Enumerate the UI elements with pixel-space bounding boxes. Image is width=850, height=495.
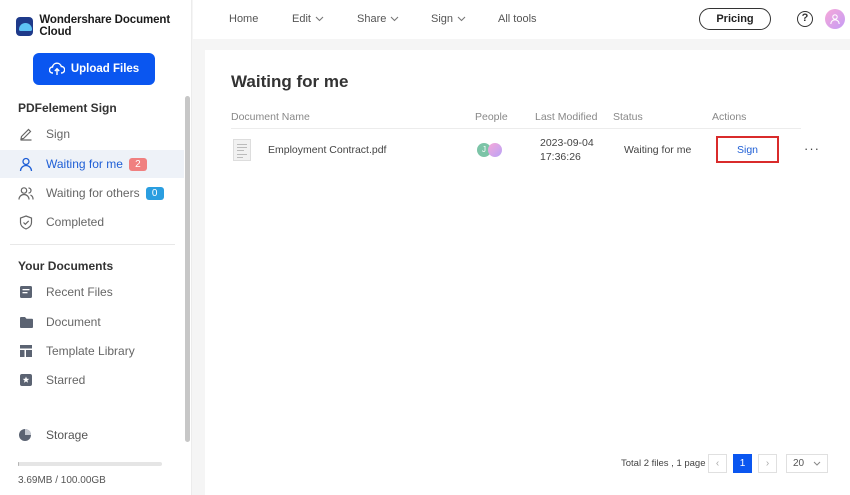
section-title-pdfelement-sign: PDFelement Sign (18, 101, 117, 115)
top-nav-share[interactable]: Share (357, 13, 399, 25)
last-modified-time: 17:36:26 (540, 151, 581, 163)
last-modified-date: 2023-09-04 (540, 137, 594, 149)
help-icon[interactable]: ? (797, 11, 813, 27)
sidebar: Wondershare Document Cloud Upload Files … (0, 0, 192, 495)
chevron-down-icon (390, 16, 399, 22)
sidebar-item-waiting-for-me[interactable]: Waiting for me 2 (0, 150, 184, 178)
column-header-document-name: Document Name (231, 111, 310, 123)
sign-button[interactable]: Sign (716, 136, 779, 163)
sidebar-scrollbar[interactable] (185, 96, 190, 442)
column-header-last-modified: Last Modified (535, 111, 598, 123)
sidebar-item-label: Recent Files (46, 285, 113, 299)
storage-progress-fill (18, 462, 19, 466)
brand-name: Wondershare Document Cloud (39, 14, 171, 38)
sidebar-item-label: Completed (46, 215, 105, 229)
brand[interactable]: Wondershare Document Cloud (16, 14, 191, 38)
sidebar-item-label: Waiting for me (46, 157, 123, 171)
pie-chart-icon (19, 429, 31, 441)
template-icon (18, 343, 34, 359)
pdf-file-icon (233, 139, 251, 161)
person-avatar-icon (488, 143, 502, 157)
main-panel: Waiting for me Document Name People Last… (205, 50, 850, 495)
pagination-page-1[interactable]: 1 (733, 454, 752, 473)
top-nav-label: Home (229, 13, 259, 25)
waiting-for-me-count-badge: 2 (128, 157, 147, 171)
storage-usage-text: 3.69MB / 100.00GB (18, 475, 106, 486)
pricing-button[interactable]: Pricing (699, 8, 771, 30)
table-header-divider (231, 128, 801, 129)
sidebar-item-label: Starred (46, 373, 86, 387)
avatar[interactable] (825, 9, 845, 29)
top-nav-label: Edit (292, 13, 311, 25)
page-size-value: 20 (793, 458, 805, 469)
upload-files-label: Upload Files (70, 63, 140, 75)
top-nav-edit[interactable]: Edit (292, 13, 324, 25)
sidebar-item-recent-files[interactable]: Recent Files (0, 278, 184, 306)
page-size-select[interactable]: 20 (786, 454, 828, 473)
page-title: Waiting for me (231, 72, 349, 91)
column-header-actions: Actions (712, 111, 747, 123)
sidebar-item-template-library[interactable]: Template Library (0, 337, 184, 365)
top-nav-all-tools[interactable]: All tools (498, 13, 537, 25)
top-nav-label: Share (357, 13, 387, 25)
chevron-down-icon (315, 16, 324, 22)
column-header-people: People (475, 111, 508, 123)
users-icon (18, 185, 34, 201)
top-nav-label: All tools (498, 13, 537, 25)
document-name[interactable]: Employment Contract.pdf (268, 144, 386, 156)
user-icon (18, 156, 34, 172)
sidebar-item-document[interactable]: Document (0, 308, 184, 336)
upload-files-button[interactable]: Upload Files (33, 53, 155, 85)
sidebar-item-label: Sign (46, 127, 71, 141)
storage-progress-bar (18, 462, 162, 466)
top-bar: Home Edit Share Sign All tools Pricing ? (193, 0, 850, 39)
section-title-your-documents: Your Documents (18, 259, 114, 273)
folder-icon (18, 314, 34, 330)
star-icon (18, 372, 34, 388)
user-avatar-icon (830, 14, 840, 25)
sidebar-item-sign[interactable]: Sign (0, 120, 184, 148)
top-nav-label: Sign (431, 13, 454, 25)
shield-check-icon (18, 214, 34, 230)
cloud-upload-icon (48, 62, 65, 75)
pen-icon (18, 126, 34, 142)
storage-row[interactable]: Storage (18, 428, 88, 442)
top-nav-home[interactable]: Home (229, 13, 258, 25)
status-text: Waiting for me (624, 144, 692, 156)
pagination-summary: Total 2 files , 1 page (621, 458, 706, 469)
storage-label: Storage (46, 428, 89, 442)
column-header-status: Status (613, 111, 643, 123)
sidebar-item-starred[interactable]: Starred (0, 366, 184, 394)
document-cloud-logo-icon (16, 16, 34, 36)
sidebar-item-waiting-for-others[interactable]: Waiting for others 0 (0, 179, 184, 207)
sidebar-divider (10, 244, 175, 245)
sidebar-item-label: Template Library (46, 344, 135, 358)
waiting-for-others-count-badge: 0 (145, 186, 164, 200)
chevron-down-icon (813, 461, 821, 466)
sidebar-item-completed[interactable]: Completed (0, 208, 184, 236)
more-actions-icon[interactable]: ··· (804, 141, 820, 156)
chevron-down-icon (457, 16, 466, 22)
sidebar-item-label: Document (46, 315, 101, 329)
top-nav-sign[interactable]: Sign (431, 13, 466, 25)
pagination-next-button[interactable]: › (758, 454, 777, 473)
sidebar-item-label: Waiting for others (46, 186, 140, 200)
recent-files-icon (18, 284, 34, 300)
pagination-prev-button[interactable]: ‹ (708, 454, 727, 473)
